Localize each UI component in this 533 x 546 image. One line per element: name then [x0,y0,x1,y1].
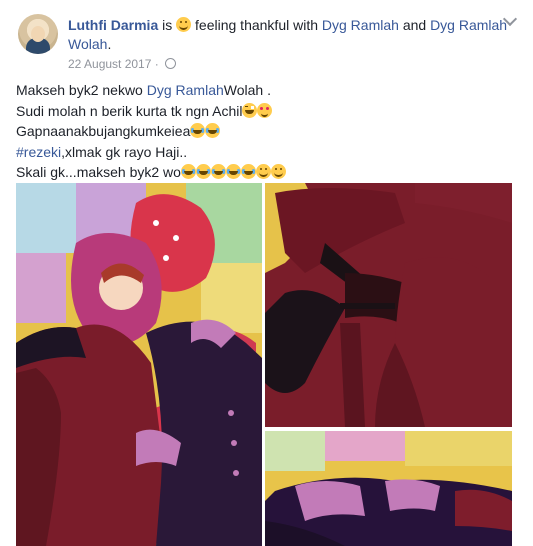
tears-of-joy-icon [240,164,256,179]
photo-2-image [265,183,512,427]
photo-3[interactable] [265,431,512,546]
tagged-user-1[interactable]: Dyg Ramlah [322,17,399,33]
hashtag-link[interactable]: #rezeki [16,144,61,160]
author-name[interactable]: Luthfi Darmia [68,17,158,33]
post-date[interactable]: 22 August 2017 [68,57,151,71]
tears-of-joy-icon [190,123,206,138]
is-word: is [162,17,173,33]
meta-separator: · [154,57,159,71]
globe-icon [165,58,177,69]
photo-2[interactable] [265,183,512,427]
smiling-face-icon [255,164,271,179]
tears-of-joy-icon [205,123,221,138]
smiling-face-icon [270,164,286,179]
avatar[interactable] [18,14,58,54]
photo-3-image [265,431,512,546]
post-card: Luthfi Darmia is feeling thankful with D… [0,0,533,546]
body-line-2: Sudi molah n berik kurta tk ngn Achil [16,101,516,122]
grinning-face-icon [242,102,258,118]
body-text: Wolah . [223,82,271,98]
tears-of-joy-icon [180,164,196,179]
tears-of-joy-icon [225,164,241,179]
body-line-1: Makseh byk2 nekwo Dyg RamlahWolah . [16,80,516,101]
photo-1[interactable] [16,183,262,546]
mention-link[interactable]: Dyg Ramlah [147,82,224,98]
body-line-3: Gapnaanakbujangkumkeiea [16,121,516,142]
body-text: ,xlmak gk rayo Haji.. [61,143,188,160]
post-body: Makseh byk2 nekwo Dyg RamlahWolah . Sudi… [16,80,516,183]
body-text: Makseh byk2 nekwo [16,82,143,98]
and-word: and [402,17,427,33]
body-line-5: Skali gk...makseh byk2 wo [16,162,516,183]
feeling-text: feeling thankful with [195,17,318,33]
avatar-face [31,26,45,42]
header-period: . [107,36,112,52]
body-text: Skali gk...makseh byk2 wo [16,164,181,180]
heart-eyes-face-icon [257,102,273,118]
post-timestamp-row: 22 August 2017 · [68,57,177,71]
body-line-4: #rezeki,xlmak gk rayo Haji.. [16,142,516,163]
body-text: Gapnaanakbujangkumkeiea [16,123,191,139]
tears-of-joy-icon [210,164,226,179]
post-header: Luthfi Darmia is feeling thankful with D… [68,16,518,54]
tears-of-joy-icon [195,164,211,179]
photo-1-image [16,183,262,546]
body-text: Sudi molah n berik kurta tk ngn Achil [16,102,243,119]
photo-grid [16,183,512,546]
smiling-face-icon [176,17,192,32]
